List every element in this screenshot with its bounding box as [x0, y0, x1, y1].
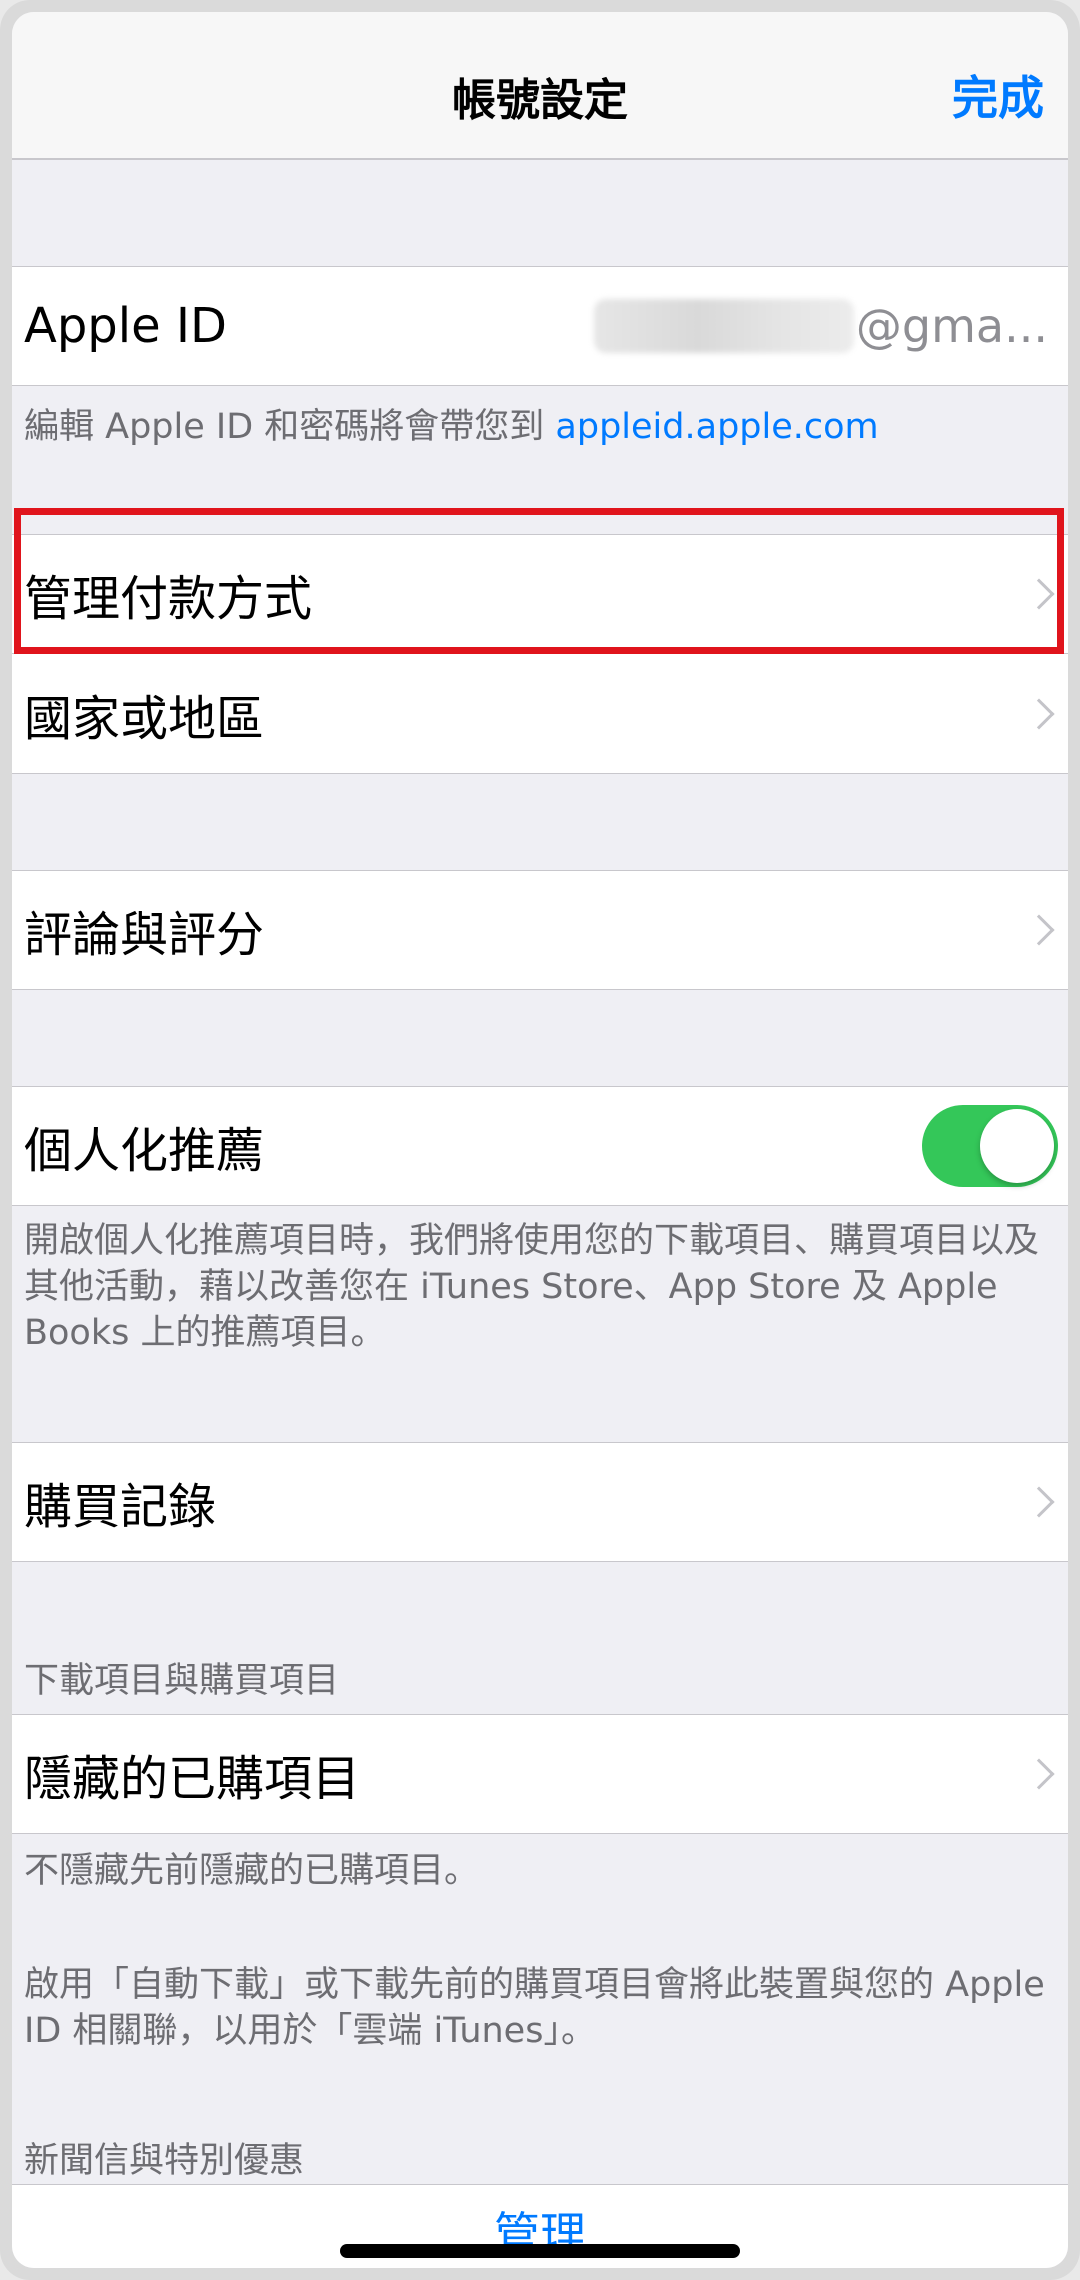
- chevron-right-icon: [1023, 578, 1055, 610]
- downloads-section-header: 下載項目與購買項目: [24, 1661, 340, 1701]
- chevron-right-icon: [1023, 914, 1055, 946]
- country-region-label: 國家或地區: [24, 690, 265, 747]
- chevron-right-icon: [1023, 1758, 1055, 1790]
- page-title: 帳號設定: [452, 75, 628, 126]
- hidden-purchases-row[interactable]: 隱藏的已購項目: [12, 1714, 1068, 1834]
- personalized-recommendations-row: 個人化推薦: [12, 1086, 1068, 1206]
- newsletter-section-header: 新聞信與特別優惠: [24, 2141, 305, 2181]
- screen: 帳號設定 完成 Apple ID @gma... 編輯 Apple ID 和密碼…: [12, 12, 1068, 2268]
- ratings-reviews-row[interactable]: 評論與評分: [12, 870, 1068, 990]
- apple-id-row[interactable]: Apple ID @gma...: [12, 266, 1068, 386]
- chevron-right-icon: [1023, 697, 1055, 730]
- auto-download-note: 啟用「自動下載」或下載先前的購買項目會將此裝置與您的 Apple ID 相關聯，…: [24, 1965, 1045, 2051]
- personalized-note: 開啟個人化推薦項目時，我們將使用您的下載項目、購買項目以及其他活動，藉以改善您在…: [24, 1221, 1040, 1353]
- personalized-recommendations-label: 個人化推薦: [24, 1123, 265, 1179]
- apple-id-email-suffix: @gma...: [855, 299, 1048, 353]
- purchase-history-row[interactable]: 購買記錄: [12, 1442, 1068, 1562]
- purchase-history-label: 購買記錄: [24, 1479, 217, 1535]
- manage-payment-label: 管理付款方式: [24, 571, 313, 627]
- hidden-purchases-note: 不隱藏先前隱藏的已購項目。: [24, 1851, 480, 1891]
- hidden-purchases-label: 隱藏的已購項目: [24, 1751, 361, 1807]
- redacted-email: [593, 299, 854, 353]
- toggle-knob: [980, 1109, 1054, 1183]
- apple-id-value: @gma...: [593, 299, 1048, 353]
- personalized-toggle[interactable]: [922, 1105, 1058, 1187]
- navigation-bar: 帳號設定 完成: [12, 12, 1068, 160]
- apple-id-label: Apple ID: [24, 298, 228, 354]
- ratings-reviews-label: 評論與評分: [24, 907, 265, 963]
- done-button[interactable]: 完成: [952, 62, 1044, 128]
- device-frame: 帳號設定 完成 Apple ID @gma... 編輯 Apple ID 和密碼…: [0, 0, 1080, 2280]
- manage-payment-row[interactable]: 管理付款方式: [12, 534, 1068, 654]
- apple-id-note-text: 編輯 Apple ID 和密碼將會帶您到: [24, 407, 556, 447]
- apple-id-note: 編輯 Apple ID 和密碼將會帶您到 appleid.apple.com: [24, 404, 1054, 450]
- home-indicator[interactable]: [340, 2244, 740, 2258]
- chevron-right-icon: [1023, 1486, 1055, 1518]
- country-region-row[interactable]: 國家或地區: [12, 654, 1068, 774]
- appleid-link[interactable]: appleid.apple.com: [555, 407, 878, 447]
